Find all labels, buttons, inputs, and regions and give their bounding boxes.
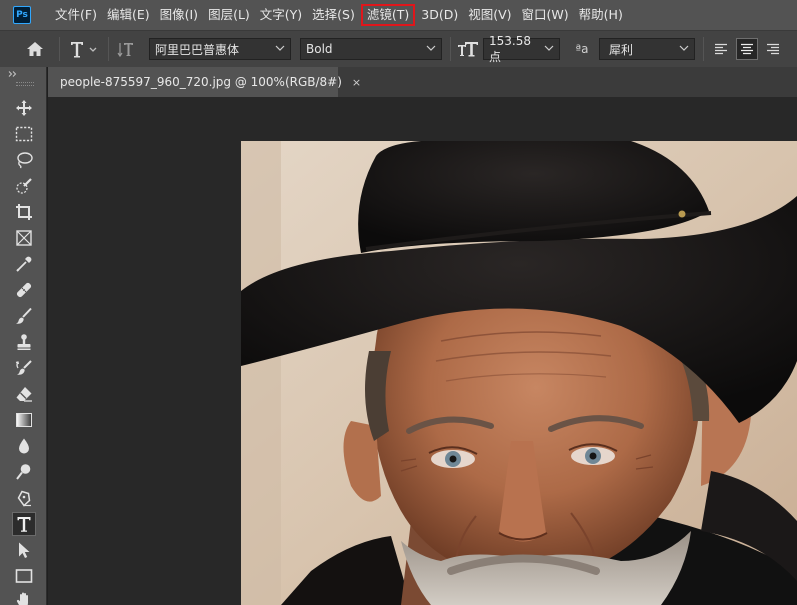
frame-icon[interactable] <box>13 227 35 249</box>
rectangle-shape-icon[interactable] <box>13 565 35 587</box>
font-size-value: 153.58 点 <box>489 33 531 64</box>
options-bar: 阿里巴巴普惠体 Bold 153.58 点 ªa 犀利 <box>0 30 797 67</box>
clone-stamp-icon[interactable] <box>13 331 35 353</box>
font-style-dropdown[interactable]: Bold <box>300 38 442 60</box>
pen-icon[interactable] <box>13 487 35 509</box>
menu-select[interactable]: 选择(S) <box>308 4 359 26</box>
panel-collapse-icon[interactable] <box>8 70 18 80</box>
document-tab[interactable]: people-875597_960_720.jpg @ 100%(RGB/8#)… <box>48 67 361 97</box>
font-size-icon <box>457 35 479 63</box>
healing-brush-icon[interactable] <box>13 279 35 301</box>
chevron-down-icon <box>426 44 436 54</box>
document-tab-bar: people-875597_960_720.jpg @ 100%(RGB/8#)… <box>48 67 797 97</box>
history-brush-icon[interactable] <box>13 357 35 379</box>
font-family-value: 阿里巴巴普惠体 <box>155 42 240 57</box>
menu-window[interactable]: 窗口(W) <box>518 4 573 26</box>
gradient-icon[interactable] <box>13 409 35 431</box>
chevron-down-icon <box>275 44 285 54</box>
document-image[interactable] <box>241 141 797 605</box>
eyedropper-icon[interactable] <box>13 253 35 275</box>
dodge-icon[interactable] <box>13 461 35 483</box>
align-right-icon <box>767 43 779 55</box>
lasso-icon[interactable] <box>13 149 35 171</box>
menu-3d[interactable]: 3D(D) <box>417 4 462 26</box>
document-tab-title: people-875597_960_720.jpg @ 100%(RGB/8#) <box>60 75 342 89</box>
antialias-value: 犀利 <box>609 42 634 57</box>
menu-filter[interactable]: 滤镜(T) <box>360 4 416 26</box>
chevron-down-icon <box>544 44 554 54</box>
antialias-icon: ªa <box>575 42 589 56</box>
align-center-icon <box>741 43 753 55</box>
quick-selection-icon[interactable] <box>13 175 35 197</box>
align-left-icon <box>715 43 727 55</box>
align-center-button[interactable] <box>736 38 758 60</box>
home-icon[interactable] <box>21 35 49 63</box>
portrait-photo <box>241 141 797 605</box>
menu-type[interactable]: 文字(Y) <box>256 4 306 26</box>
menu-edit[interactable]: 编辑(E) <box>103 4 154 26</box>
panel-grip[interactable] <box>16 82 34 86</box>
text-orientation-icon[interactable] <box>115 35 139 63</box>
rectangular-marquee-icon[interactable] <box>13 123 35 145</box>
close-icon[interactable]: × <box>352 76 361 89</box>
menu-layer[interactable]: 图层(L) <box>204 4 254 26</box>
move-tool-icon[interactable] <box>13 97 35 119</box>
chevron-down-icon <box>679 44 689 54</box>
type-tool-preset-icon[interactable] <box>66 35 102 63</box>
canvas-area[interactable] <box>48 97 797 605</box>
font-size-dropdown[interactable]: 153.58 点 <box>483 34 560 64</box>
blur-icon[interactable] <box>13 435 35 457</box>
tools-panel <box>0 67 47 605</box>
align-left-button[interactable] <box>710 38 732 60</box>
path-selection-icon[interactable] <box>13 539 35 561</box>
type-tool-icon[interactable] <box>12 512 36 536</box>
hand-icon[interactable] <box>13 589 35 605</box>
menu-bar: Ps 文件(F) 编辑(E) 图像(I) 图层(L) 文字(Y) 选择(S) 滤… <box>0 0 797 30</box>
menu-help[interactable]: 帮助(H) <box>575 4 627 26</box>
menu-image[interactable]: 图像(I) <box>156 4 202 26</box>
font-family-dropdown[interactable]: 阿里巴巴普惠体 <box>149 38 291 60</box>
antialias-dropdown[interactable]: 犀利 <box>599 38 695 60</box>
photoshop-logo: Ps <box>13 6 31 24</box>
align-right-button[interactable] <box>762 38 784 60</box>
menu-view[interactable]: 视图(V) <box>464 4 515 26</box>
brush-icon[interactable] <box>13 305 35 327</box>
menu-file[interactable]: 文件(F) <box>51 4 101 26</box>
font-style-value: Bold <box>306 42 333 56</box>
eraser-icon[interactable] <box>13 383 35 405</box>
crop-icon[interactable] <box>13 201 35 223</box>
